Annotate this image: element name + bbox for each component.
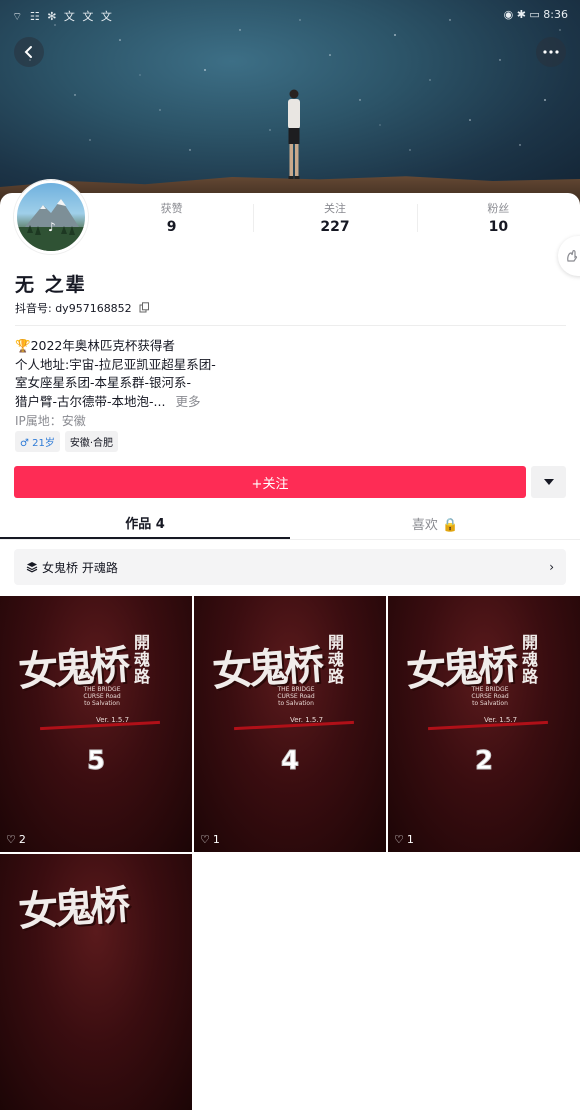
more-options-button[interactable]: [536, 37, 566, 67]
work-subtitle: THE BRIDGE CURSE Road to Salvation: [277, 686, 315, 707]
ip-location: IP属地：安徽: [15, 414, 86, 428]
work-version: Ver. 1.5.7: [484, 716, 518, 724]
divider: [15, 325, 566, 326]
work-title-art: 女鬼桥: [16, 881, 128, 936]
bio-line: 猎户臂-古尔德带-本地泡-...: [15, 393, 166, 409]
work-vertical-title: 開魂路: [134, 633, 151, 686]
tiktok-logo-icon: ♪: [48, 220, 56, 234]
work-thumbnail[interactable]: 女鬼桥: [0, 854, 192, 1110]
douyin-id-label: 抖音号:: [15, 302, 56, 315]
heart-icon: ♡: [200, 833, 210, 846]
stat-following-label: 关注: [323, 202, 346, 215]
work-vertical-title: 開魂路: [328, 633, 345, 686]
bio-more-link[interactable]: 更多: [175, 394, 200, 409]
work-thumbnail[interactable]: 女鬼桥 開魂路 THE BRIDGE CURSE Road to Salvati…: [194, 596, 386, 852]
stat-followers-label: 粉丝: [487, 202, 510, 215]
location-tag: 安徽·合肥: [64, 431, 119, 452]
more-horizontal-icon: [543, 50, 559, 54]
collection-row[interactable]: 女鬼桥 开魂路 ›: [14, 549, 566, 585]
work-episode-number: 2: [474, 746, 494, 777]
status-time: 8:36: [543, 8, 568, 21]
stat-likes-label: 获赞: [160, 202, 183, 215]
profile-bio: 🏆2022年奥林匹克杯获得者 个人地址:宇宙-拉尼亚凯亚超星系团- 室女座星系团…: [15, 337, 275, 411]
back-button[interactable]: [14, 37, 44, 67]
work-thumbnail[interactable]: 女鬼桥 開魂路 THE BRIDGE CURSE Road to Salvati…: [0, 596, 192, 852]
work-subtitle: THE BRIDGE CURSE Road to Salvation: [83, 686, 121, 707]
copy-icon[interactable]: [139, 302, 150, 313]
battery-icon: ◉ ✱ ▭: [503, 8, 544, 21]
chevron-left-icon: [24, 46, 32, 58]
profile-stats: 获赞 9 关注 227 粉丝 10: [90, 200, 580, 238]
heart-icon: ♡: [394, 833, 404, 846]
stat-followers-value: 10: [488, 219, 509, 235]
mountain-avatar-image: ♪: [17, 199, 85, 251]
work-episode-number: 5: [86, 746, 106, 777]
work-vertical-title: 開魂路: [522, 633, 539, 686]
profile-banner: [0, 0, 580, 205]
stat-followers[interactable]: 粉丝 10: [416, 200, 580, 238]
work-likes: ♡ 1: [200, 833, 220, 846]
work-episode-number: 4: [280, 746, 300, 777]
profile-tags: ♂ 21岁 安徽·合肥: [15, 431, 119, 452]
douyin-id-row: 抖音号: dy957168852: [15, 300, 150, 316]
heart-icon: ♡: [6, 833, 16, 846]
dropdown-button[interactable]: [531, 466, 566, 498]
bio-line-last: 猎户臂-古尔德带-本地泡-... 更多: [15, 393, 275, 412]
work-likes: ♡ 2: [6, 833, 26, 846]
avatar[interactable]: ♪: [14, 180, 88, 254]
bio-line: 室女座星系团-本星系群-银河系-: [15, 375, 192, 390]
layers-icon: [26, 562, 38, 573]
stat-following[interactable]: 关注 227: [253, 200, 416, 238]
content-tabs: 作品 4 喜欢 🔒: [0, 508, 580, 540]
follow-button[interactable]: +关注: [14, 466, 526, 498]
status-left-icons: ⌔ ☷ ✻ 文 文 文: [12, 10, 114, 23]
status-bar: ⌔ ☷ ✻ 文 文 文 ◉ ✱ ▭ 8:36: [0, 8, 580, 26]
gender-age-tag: ♂ 21岁: [15, 431, 60, 452]
work-like-count: 1: [212, 833, 220, 846]
standing-person-figure: [288, 89, 300, 179]
stat-likes[interactable]: 获赞 9: [90, 200, 253, 238]
stat-likes-value: 9: [166, 219, 177, 235]
chevron-right-icon: ›: [549, 560, 554, 574]
bio-line: 🏆2022年奥林匹克杯获得者: [15, 338, 175, 353]
profile-name: 无 之辈: [15, 274, 87, 296]
tab-works[interactable]: 作品 4: [0, 508, 290, 539]
caret-down-icon: [543, 479, 554, 485]
tab-likes[interactable]: 喜欢 🔒: [290, 508, 580, 539]
bio-line: 个人地址:宇宙-拉尼亚凯亚超星系团-: [15, 356, 216, 372]
hand-wave-icon: [567, 249, 578, 262]
work-like-count: 2: [18, 833, 26, 846]
work-like-count: 1: [406, 833, 414, 846]
work-version: Ver. 1.5.7: [96, 716, 130, 724]
stat-following-value: 227: [320, 219, 350, 235]
work-likes: ♡ 1: [394, 833, 414, 846]
work-subtitle: THE BRIDGE CURSE Road to Salvation: [471, 686, 509, 707]
douyin-id-value: dy957168852: [55, 302, 132, 315]
status-right: ◉ ✱ ▭ 8:36: [504, 8, 568, 21]
work-version: Ver. 1.5.7: [290, 716, 324, 724]
collection-label: 女鬼桥 开魂路: [42, 560, 118, 575]
work-thumbnail[interactable]: 女鬼桥 開魂路 THE BRIDGE CURSE Road to Salvati…: [388, 596, 580, 852]
